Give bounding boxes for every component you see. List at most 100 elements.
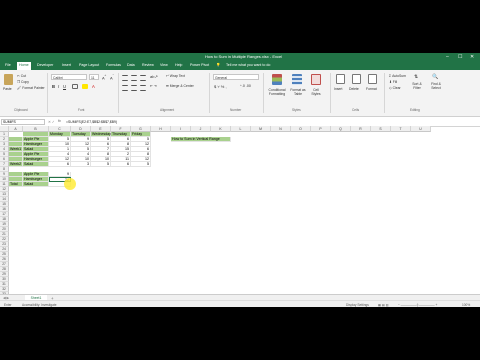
column-header-l[interactable]: L [231, 126, 251, 132]
insert-function-icon[interactable]: fx [58, 119, 61, 123]
paste-icon[interactable] [4, 74, 13, 85]
tab-insert[interactable]: Insert [62, 63, 71, 67]
underline-button[interactable]: U [63, 84, 66, 89]
cancel-enter-icons[interactable]: ✕ ✓ [48, 120, 55, 124]
font-name-select[interactable]: Calibri [51, 74, 87, 80]
format-as-table-icon[interactable] [292, 74, 302, 85]
minimize-button[interactable]: – [446, 54, 449, 60]
shrink-font-icon[interactable]: Aˇ [110, 74, 114, 80]
value-cell[interactable]: 3 [71, 162, 91, 167]
total-item-label[interactable]: Salad [23, 182, 49, 187]
fill-color-icon[interactable] [82, 84, 88, 89]
eraser-icon: ◇ [389, 86, 392, 90]
cut-button[interactable]: ✂ Cut [17, 74, 26, 78]
value-cell[interactable]: 5 [131, 162, 151, 167]
column-header-o[interactable]: O [291, 126, 311, 132]
column-header-a[interactable]: A [9, 126, 23, 132]
orientation-icon[interactable]: ab↗ [150, 74, 158, 79]
fill-button[interactable]: ⬇ Fill [389, 80, 397, 84]
zoom-level[interactable]: 100% [462, 303, 470, 307]
decimal-icons[interactable]: ⁺.0 .00 [240, 84, 251, 88]
align-top-icon[interactable] [122, 75, 128, 81]
column-header-m[interactable]: M [251, 126, 271, 132]
insert-button[interactable]: Insert [334, 87, 342, 91]
align-left-icon[interactable] [122, 85, 128, 91]
autosum-button[interactable]: Σ AutoSum [389, 74, 406, 78]
borders-icon[interactable] [72, 84, 78, 89]
cell-styles-icon[interactable] [311, 74, 321, 85]
format-cells-icon[interactable] [368, 74, 377, 84]
view-buttons[interactable]: ▦ ▤ ▥ [378, 303, 389, 307]
find-select-button[interactable]: Find & Select [428, 82, 444, 90]
tab-file[interactable]: File [5, 63, 11, 67]
alignment-group-label: Alignment [160, 108, 175, 112]
bold-button[interactable]: B [52, 84, 55, 89]
tab-developer[interactable]: Developer [37, 63, 53, 67]
ribbon-tabs: File Home Developer Insert Page Layout F… [0, 61, 480, 70]
column-header-t[interactable]: T [391, 126, 411, 132]
format-as-table-button[interactable]: Format as Table [289, 88, 307, 96]
grow-font-icon[interactable]: A^ [102, 74, 106, 80]
value-cell[interactable]: 6 [111, 162, 131, 167]
insert-cells-icon[interactable] [336, 74, 345, 84]
indent-icon[interactable]: ⇤ ⇥ [150, 84, 157, 88]
column-header-r[interactable]: R [351, 126, 371, 132]
format-button[interactable]: Format [366, 87, 377, 91]
align-bottom-icon[interactable] [140, 75, 146, 81]
tab-formulas[interactable]: Formulas [106, 63, 121, 67]
week-label[interactable]: Week2 [9, 162, 23, 167]
zoom-slider[interactable]: − ───────┼─────── + [398, 303, 437, 307]
align-right-icon[interactable] [140, 85, 146, 91]
align-center-icon[interactable] [131, 85, 137, 91]
cell-styles-button[interactable]: Cell Styles [309, 88, 323, 96]
conditional-formatting-button[interactable]: Conditional Formatting [266, 88, 288, 96]
column-header-i[interactable]: I [171, 126, 191, 132]
tab-power-pivot[interactable]: Power Pivot [190, 63, 209, 67]
tab-help[interactable]: Help [175, 63, 182, 67]
column-header-u[interactable]: U [411, 126, 431, 132]
item-label[interactable]: Salad [23, 162, 49, 167]
name-box[interactable]: SUMIFS [1, 119, 45, 125]
copy-button[interactable]: ❐ Copy [17, 80, 29, 84]
delete-cells-icon[interactable] [352, 74, 361, 84]
tab-view[interactable]: View [160, 63, 168, 67]
delete-button[interactable]: Delete [349, 87, 359, 91]
conditional-formatting-icon[interactable] [272, 74, 282, 85]
heading-box[interactable]: How to Sum in Vertical Range [171, 137, 231, 142]
column-header-k[interactable]: K [211, 126, 231, 132]
worksheet-grid[interactable]: A B C D E F G H I J K L M N O P Q R S T U 1 2 3 4 5 6 7 8 9 10 11 12 13 14… [0, 126, 480, 294]
tab-review[interactable]: Review [142, 63, 154, 67]
italic-button[interactable]: I [58, 84, 59, 89]
tab-data[interactable]: Data [127, 63, 135, 67]
clear-button[interactable]: ◇ Clear [389, 86, 401, 90]
font-size-select[interactable]: 11 [89, 74, 99, 80]
value-cell[interactable]: 6 [49, 162, 71, 167]
column-header-j[interactable]: J [191, 126, 211, 132]
currency-icon[interactable]: $ ˅ % , [214, 84, 227, 89]
number-format-select[interactable]: General [213, 74, 259, 80]
wrap-text-button[interactable]: ↵ Wrap Text [166, 74, 185, 78]
column-header-n[interactable]: N [271, 126, 291, 132]
column-header-q[interactable]: Q [331, 126, 351, 132]
value-cell[interactable]: 5 [91, 162, 111, 167]
merge-center-button[interactable]: ⬌ Merge & Center [166, 84, 194, 88]
paste-button[interactable]: Paste [3, 87, 12, 91]
sort-filter-button[interactable]: Sort & Filter [409, 82, 425, 90]
maximize-button[interactable]: ☐ [458, 54, 462, 60]
font-color-icon[interactable]: A [92, 84, 95, 89]
align-middle-icon[interactable] [131, 75, 137, 81]
format-painter-button[interactable]: 🖌 Format Painter [17, 86, 45, 90]
separator [330, 73, 331, 113]
fill-down-icon: ⬇ [389, 80, 392, 84]
tell-me-search[interactable]: Tell me what you want to do [226, 63, 270, 67]
close-button[interactable]: ✕ [470, 54, 474, 60]
column-header-s[interactable]: S [371, 126, 391, 132]
column-header-p[interactable]: P [311, 126, 331, 132]
column-header-h[interactable]: H [151, 126, 171, 132]
tab-home[interactable]: Home [17, 62, 31, 70]
formula-input[interactable]: =SUMIFS(E2:E7,$B$2:$B$7,$B9) [66, 120, 117, 124]
tab-page-layout[interactable]: Page Layout [79, 63, 99, 67]
display-settings[interactable]: Display Settings [346, 303, 369, 307]
accessibility-status[interactable]: Accessibility: Investigate [22, 303, 57, 307]
total-label[interactable]: Total [9, 182, 23, 187]
